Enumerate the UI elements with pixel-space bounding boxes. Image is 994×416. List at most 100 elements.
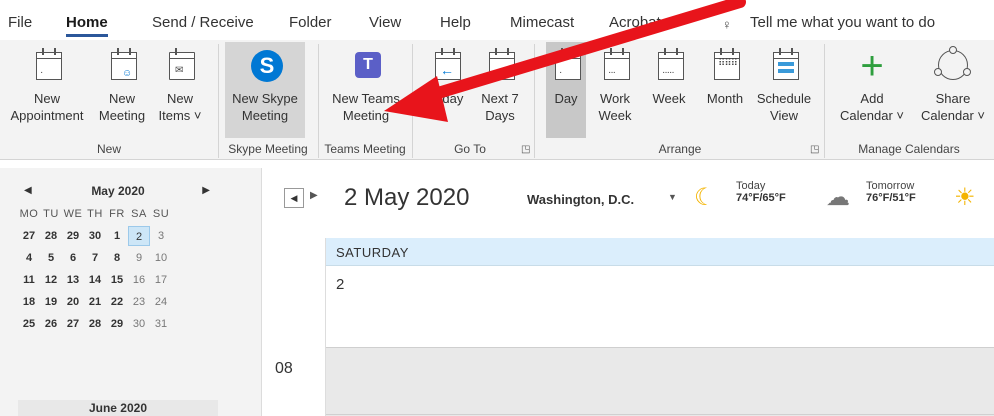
month-view-icon: ⠿⠿⠿ <box>714 48 740 80</box>
mini-calendar-day[interactable]: 18 <box>18 292 40 312</box>
hour-label: 08 <box>275 360 293 377</box>
mini-calendar-day[interactable]: 20 <box>62 292 84 312</box>
mini-calendar-day[interactable]: 29 <box>106 314 128 334</box>
mini-calendar-month: May 2020 <box>91 184 145 198</box>
mini-calendar-day[interactable]: 13 <box>62 270 84 290</box>
mini-calendar-day[interactable]: 23 <box>128 292 150 312</box>
previous-day-icon[interactable]: ◀ <box>284 188 304 208</box>
new-teams-meeting-button[interactable]: T New Teams Meeting <box>322 42 410 138</box>
week-view-button[interactable]: ····· Week <box>644 42 694 138</box>
mini-calendar-day[interactable]: 12 <box>40 270 62 290</box>
mini-calendar-day[interactable]: 9 <box>128 248 150 268</box>
mini-calendar: ◀ May 2020 ▶ MO TU WE TH FR SA SU 27 28 29 30 1 2 3 4 5… <box>18 180 218 334</box>
tab-help[interactable]: Help <box>440 14 471 31</box>
mini-calendar-day[interactable]: 25 <box>18 314 40 334</box>
group-label-manage: Manage Calendars <box>858 142 960 156</box>
tab-home[interactable]: Home <box>66 14 108 37</box>
mini-calendar-day[interactable]: 1 <box>106 226 128 246</box>
mini-calendar-day[interactable]: 16 <box>128 270 150 290</box>
mini-calendar-day[interactable]: 21 <box>84 292 106 312</box>
weekday-header: FR <box>109 208 125 220</box>
mini-calendar-day[interactable]: 4 <box>18 248 40 268</box>
button-label: Calendar ˅ <box>840 108 904 123</box>
lightbulb-icon: ♀ <box>722 17 732 32</box>
share-calendar-button[interactable]: Share Calendar ˅ <box>914 42 992 138</box>
button-label: Items ˅ <box>158 108 202 123</box>
tell-me-search[interactable]: Tell me what you want to do <box>750 14 935 31</box>
button-label: Meeting <box>241 108 289 123</box>
button-label: Appointment <box>10 108 84 123</box>
mini-calendar-day[interactable]: 27 <box>62 314 84 334</box>
mini-calendar-next-month: June 2020 <box>18 400 218 416</box>
today-button[interactable]: ← Today <box>420 42 472 138</box>
add-calendar-button[interactable]: + Add Calendar ˅ <box>830 42 914 138</box>
sun-icon: ☀ <box>954 184 976 211</box>
button-label: Next 7 <box>481 91 519 106</box>
dialog-launcher-icon[interactable]: ◳ <box>521 144 530 155</box>
next-7-days-button[interactable]: ···· Next 7 Days <box>472 42 528 138</box>
button-label: New <box>166 91 193 106</box>
mini-calendar-day[interactable]: 28 <box>84 314 106 334</box>
mini-calendar-day[interactable]: 2 <box>128 226 150 246</box>
button-label: New Teams <box>332 91 400 106</box>
weather-location[interactable]: Washington, D.C. <box>527 192 634 207</box>
tab-file[interactable]: File <box>8 14 32 31</box>
mini-calendar-day[interactable]: 5 <box>40 248 62 268</box>
time-slot[interactable] <box>326 348 994 416</box>
day-column: SATURDAY 2 <box>326 238 994 416</box>
mini-calendar-day[interactable]: 11 <box>18 270 40 290</box>
tab-send-receive[interactable]: Send / Receive <box>152 14 254 31</box>
mini-calendar-day[interactable]: 14 <box>84 270 106 290</box>
mini-calendar-day[interactable]: 22 <box>106 292 128 312</box>
button-label: Meeting <box>98 108 146 123</box>
mini-calendar-day[interactable]: 26 <box>40 314 62 334</box>
dialog-launcher-icon[interactable]: ◳ <box>810 144 819 155</box>
weather-tomorrow-temp: 76°F/51°F <box>866 192 916 204</box>
work-week-button[interactable]: ··· Work Week <box>590 42 640 138</box>
button-label: New <box>33 91 60 106</box>
chevron-down-icon[interactable]: ▼ <box>668 192 677 202</box>
new-meeting-button[interactable]: ☺ New Meeting <box>94 42 150 138</box>
tab-view[interactable]: View <box>369 14 401 31</box>
ribbon-divider <box>218 44 219 158</box>
weather-today[interactable]: Today 74°F/65°F <box>736 180 786 204</box>
new-items-button[interactable]: ✉ New Items ˅ <box>150 42 210 138</box>
all-day-area[interactable]: 2 <box>326 266 994 348</box>
button-label: Schedule <box>756 91 812 106</box>
button-label: Meeting <box>342 108 390 123</box>
new-skype-meeting-button[interactable]: S New Skype Meeting <box>225 42 305 138</box>
mini-calendar-day[interactable]: 24 <box>150 292 172 312</box>
mini-calendar-day[interactable]: 31 <box>150 314 172 334</box>
mini-calendar-day[interactable]: 3 <box>150 226 172 246</box>
mini-calendar-day[interactable]: 7 <box>84 248 106 268</box>
mini-calendar-day[interactable]: 30 <box>128 314 150 334</box>
tab-mimecast[interactable]: Mimecast <box>510 14 574 31</box>
calendar-view-header: ◀ ▶ 2 May 2020 Washington, D.C. ▼ ☾ Toda… <box>262 168 994 238</box>
next-month-icon[interactable]: ▶ <box>202 180 210 202</box>
tab-acrobat[interactable]: Acrobat <box>609 14 661 31</box>
previous-month-icon[interactable]: ◀ <box>24 180 32 202</box>
button-label: Month <box>706 91 744 106</box>
day-view-icon: · <box>555 48 581 80</box>
mini-calendar-day[interactable]: 15 <box>106 270 128 290</box>
schedule-view-icon <box>773 48 799 80</box>
mini-calendar-day[interactable]: 27 <box>18 226 40 246</box>
new-appointment-button[interactable]: · New Appointment <box>0 42 94 138</box>
month-view-button[interactable]: ⠿⠿⠿ Month <box>698 42 752 138</box>
mini-calendar-day[interactable]: 19 <box>40 292 62 312</box>
weather-tomorrow[interactable]: Tomorrow 76°F/51°F <box>866 180 916 204</box>
cloud-icon: ☁ <box>826 184 850 211</box>
schedule-view-button[interactable]: Schedule View <box>754 42 814 138</box>
mini-calendar-day[interactable]: 6 <box>62 248 84 268</box>
mini-calendar-day[interactable]: 29 <box>62 226 84 246</box>
tab-folder[interactable]: Folder <box>289 14 332 31</box>
button-label: New <box>108 91 135 106</box>
day-view-button[interactable]: · Day <box>546 42 586 138</box>
mini-calendar-day[interactable]: 10 <box>150 248 172 268</box>
mini-calendar-day[interactable]: 8 <box>106 248 128 268</box>
next-day-icon[interactable]: ▶ <box>310 190 318 201</box>
ribbon-divider <box>318 44 319 158</box>
mini-calendar-day[interactable]: 17 <box>150 270 172 290</box>
mini-calendar-day[interactable]: 28 <box>40 226 62 246</box>
mini-calendar-day[interactable]: 30 <box>84 226 106 246</box>
